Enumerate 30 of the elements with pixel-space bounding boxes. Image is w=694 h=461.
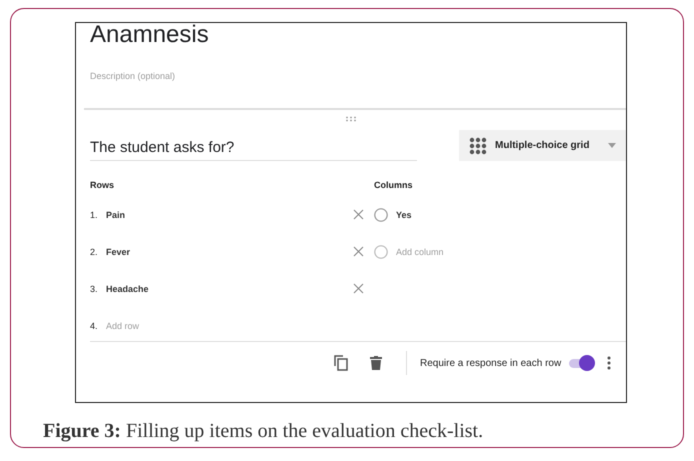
trash-icon[interactable] xyxy=(370,356,382,370)
row-option[interactable]: Headache xyxy=(106,284,149,294)
required-toggle[interactable] xyxy=(567,355,596,371)
close-icon[interactable] xyxy=(353,209,364,220)
row-number: 4. xyxy=(90,320,99,330)
row-option[interactable]: Pain xyxy=(106,210,126,220)
row-number: 3. xyxy=(90,284,99,294)
add-row-field[interactable]: Add row xyxy=(106,320,196,330)
more-icon[interactable] xyxy=(607,356,612,370)
row-number: 2. xyxy=(90,246,99,256)
description-field[interactable]: Description (optional) xyxy=(90,71,290,81)
column-option[interactable]: Yes xyxy=(396,210,412,220)
columns-label: Columns xyxy=(374,179,413,192)
copy-icon[interactable] xyxy=(334,355,348,371)
row-option[interactable]: Fever xyxy=(106,246,130,256)
required-label: Require a response in each row xyxy=(420,358,562,368)
grid-icon xyxy=(469,136,487,154)
row-number: 1. xyxy=(90,210,99,220)
form-title: Anamnesis xyxy=(90,23,209,47)
radio-icon xyxy=(374,244,388,258)
add-column-field[interactable]: Add column xyxy=(396,246,486,256)
drag-handle-icon[interactable] xyxy=(345,116,357,122)
figure-caption: Figure 3: Filling up items on the evaluation check-list. xyxy=(43,420,484,443)
question-type-dropdown[interactable]: Multiple-choice grid xyxy=(459,130,626,161)
close-icon[interactable] xyxy=(353,283,364,294)
rows-label: Rows xyxy=(90,179,114,192)
question-title-field[interactable]: The student asks for? xyxy=(90,138,417,160)
radio-icon xyxy=(374,208,388,222)
caret-icon xyxy=(608,143,616,148)
close-icon[interactable] xyxy=(353,246,364,257)
